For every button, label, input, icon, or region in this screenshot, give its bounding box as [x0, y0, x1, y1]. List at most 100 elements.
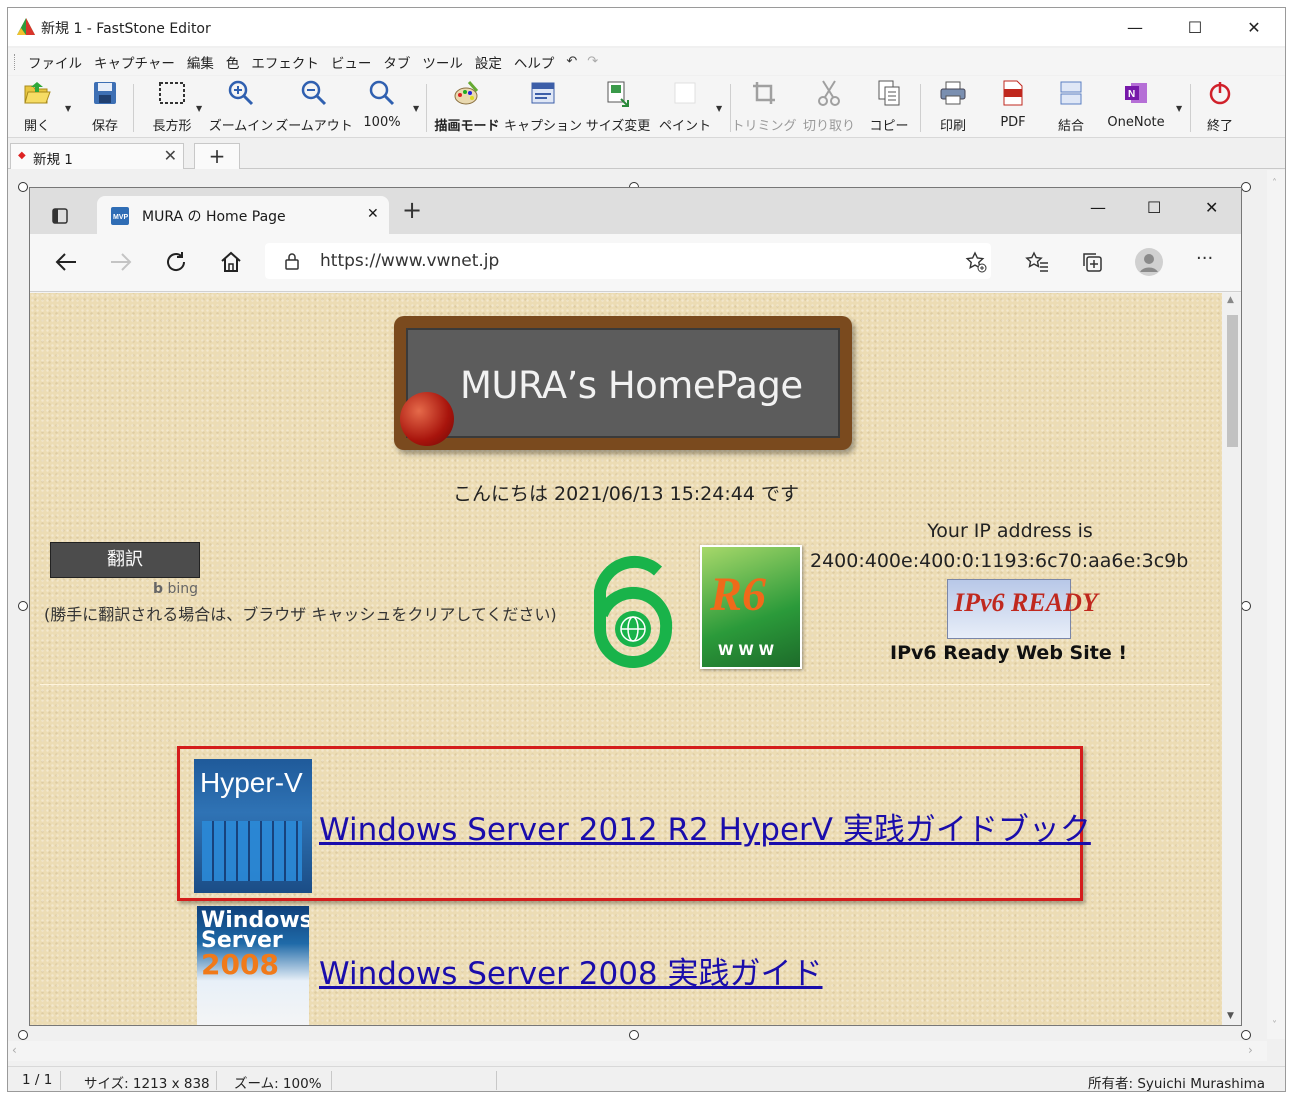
back-arrow-icon[interactable] — [54, 251, 78, 273]
bing-logo: b bing — [153, 581, 199, 597]
scissors-icon — [814, 78, 844, 108]
close-icon: ✕ — [1247, 17, 1261, 37]
menu-settings[interactable]: 設定 — [469, 52, 508, 72]
cut-label: 切り取り — [802, 119, 855, 134]
browser-close-icon[interactable]: ✕ — [1205, 198, 1218, 217]
menu-tools[interactable]: ツール — [416, 52, 469, 72]
paint-button[interactable]: ペイント — [659, 78, 711, 136]
resize-handle-top-left[interactable] — [18, 182, 28, 192]
zoom-level-button[interactable]: 100% — [361, 78, 403, 136]
document-tab-new1[interactable]: ◆ 新規 1 ✕ — [10, 143, 184, 169]
menu-help[interactable]: ヘルプ — [508, 52, 561, 72]
resize-handle-top-right[interactable] — [1241, 182, 1251, 192]
collections-icon[interactable] — [1081, 251, 1103, 273]
canvas-scroll-down-icon[interactable]: ˅ — [1272, 1020, 1277, 1031]
combine-button[interactable]: 結合 — [1051, 78, 1091, 136]
translate-button[interactable]: 翻訳 — [50, 542, 200, 578]
resize-handle-right[interactable] — [1241, 601, 1251, 611]
url-text[interactable]: https://www.vwnet.jp — [320, 251, 499, 271]
open-button[interactable]: 開く — [14, 78, 60, 136]
save-button[interactable]: 保存 — [84, 78, 126, 136]
page-scrollbar[interactable]: ▲ ▼ — [1222, 293, 1241, 1025]
menu-effect[interactable]: エフェクト — [245, 52, 325, 72]
editor-canvas[interactable]: MVP MURA の Home Page ✕ + — ☐ ✕ https://w… — [8, 170, 1267, 1040]
menu-capture[interactable]: キャプチャー — [88, 52, 181, 72]
copy-button[interactable]: コピー — [870, 78, 909, 136]
exit-button[interactable]: 終了 — [1202, 78, 1238, 136]
scroll-down-icon[interactable]: ▼ — [1227, 1011, 1234, 1021]
windows-server-2008-book-link[interactable]: Windows Server 2008 実践ガイド — [319, 948, 823, 993]
resize-handle-left[interactable] — [18, 601, 28, 611]
open-dropdown-icon[interactable]: ▼ — [65, 104, 71, 113]
browser-more-icon[interactable]: ··· — [1196, 248, 1213, 269]
favorites-icon[interactable] — [1025, 251, 1049, 273]
draw-mode-button[interactable]: 描画モード — [434, 78, 500, 136]
windows-server-2008-book-cover[interactable]: Windows Server 2008 — [197, 906, 309, 1025]
canvas-scroll-left-icon[interactable]: ‹ — [12, 1043, 17, 1057]
www-label: W W W — [718, 643, 775, 659]
resize-label: サイズ変更 — [585, 119, 651, 134]
browser-tab-title: MURA の Home Page — [142, 209, 286, 225]
resize-handle-bottom[interactable] — [629, 1030, 639, 1040]
canvas-scroll-right-icon[interactable]: › — [1248, 1043, 1253, 1057]
menu-view[interactable]: ビュー — [325, 52, 378, 72]
undo-icon[interactable]: ↶ — [560, 54, 583, 69]
menu-edit[interactable]: 編集 — [181, 52, 220, 72]
address-bar[interactable]: https://www.vwnet.jp — [265, 243, 991, 279]
redo-icon[interactable]: ↷ — [583, 54, 602, 69]
maximize-icon: ☐ — [1187, 17, 1203, 37]
status-zoom: ズーム: 100% — [234, 1076, 322, 1092]
zoom-in-button[interactable]: ズームイン — [209, 78, 273, 136]
close-button[interactable]: ✕ — [1225, 8, 1283, 46]
zoom-dropdown-icon[interactable]: ▼ — [413, 104, 419, 113]
onenote-dropdown-icon[interactable]: ▼ — [1176, 104, 1182, 113]
refresh-icon[interactable] — [164, 250, 188, 274]
paint-dropdown-icon[interactable]: ▼ — [716, 104, 722, 113]
new-document-tab-button[interactable]: + — [194, 143, 240, 169]
pdf-button[interactable]: PDF — [993, 78, 1033, 136]
lock-icon[interactable] — [284, 252, 300, 270]
favorite-add-icon[interactable] — [965, 251, 987, 273]
status-separator — [60, 1071, 61, 1090]
toolbar-separator — [426, 84, 427, 132]
page-scroll-thumb[interactable] — [1227, 315, 1238, 447]
menu-tab[interactable]: タブ — [377, 52, 416, 72]
rectangle-dropdown-icon[interactable]: ▼ — [196, 104, 202, 113]
resize-handle-bottom-right[interactable] — [1241, 1030, 1251, 1040]
scroll-up-icon[interactable]: ▲ — [1227, 295, 1234, 305]
ipv6-ready-badge-text: IPv6 READY — [954, 588, 1098, 617]
onenote-button[interactable]: N OneNote — [1104, 78, 1168, 136]
browser-maximize-icon[interactable]: ☐ — [1147, 198, 1161, 217]
canvas-vertical-scrollbar[interactable]: ˄ ˅ — [1267, 170, 1285, 1039]
browser-tab-close-icon[interactable]: ✕ — [367, 206, 379, 222]
hyperv-book-link[interactable]: Windows Server 2012 R2 HyperV 実践ガイドブック — [319, 804, 1091, 849]
profile-avatar-icon[interactable] — [1134, 247, 1164, 277]
power-icon — [1205, 78, 1235, 108]
pdf-label: PDF — [1000, 115, 1026, 130]
browser-tab[interactable]: MVP MURA の Home Page ✕ — [97, 196, 389, 234]
hyperv-book-cover[interactable]: Hyper-V — [194, 759, 312, 893]
zoom-level-label: 100% — [363, 115, 401, 130]
chalkboard: MURA’s HomePage — [406, 328, 840, 438]
cut-button[interactable]: 切り取り — [801, 78, 857, 136]
resize-button[interactable]: サイズ変更 — [584, 78, 652, 136]
print-button[interactable]: 印刷 — [933, 78, 973, 136]
caption-button[interactable]: キャプション — [504, 78, 582, 136]
rectangle-select-button[interactable]: 長方形 — [146, 78, 198, 136]
browser-minimize-icon[interactable]: — — [1090, 198, 1106, 217]
maximize-button[interactable]: ☐ — [1166, 8, 1224, 46]
zoom-out-button[interactable]: ズームアウト — [275, 78, 353, 136]
canvas-scroll-up-icon[interactable]: ˄ — [1272, 178, 1277, 189]
resize-handle-bottom-left[interactable] — [18, 1030, 28, 1040]
tab-close-icon[interactable]: ✕ — [164, 146, 177, 165]
forward-arrow-icon[interactable] — [109, 251, 133, 273]
browser-new-tab-icon[interactable]: + — [402, 196, 422, 224]
minimize-button[interactable]: — — [1106, 8, 1164, 46]
window-title: 新規 1 - FastStone Editor — [41, 21, 211, 37]
captured-image[interactable]: MVP MURA の Home Page ✕ + — ☐ ✕ https://w… — [29, 187, 1242, 1026]
home-icon[interactable] — [219, 250, 243, 274]
menu-color[interactable]: 色 — [220, 52, 246, 72]
canvas-horizontal-scrollbar[interactable]: ‹ › — [8, 1041, 1267, 1061]
trim-button[interactable]: トリミング — [732, 78, 797, 136]
menu-file[interactable]: ファイル — [22, 52, 88, 72]
